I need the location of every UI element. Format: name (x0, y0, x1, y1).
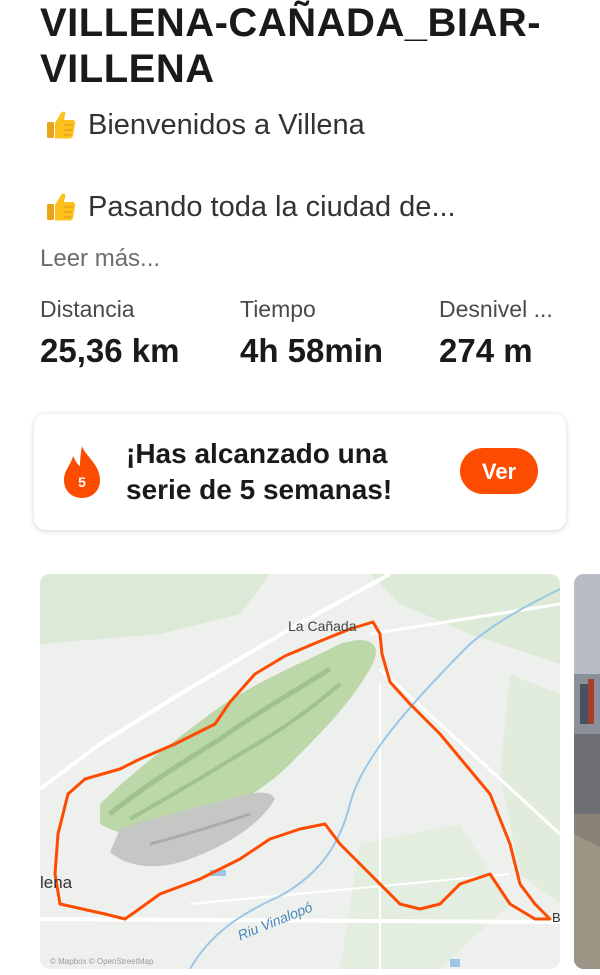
stat-time: Tiempo 4h 58min (240, 296, 383, 370)
map-label-villena: lena (40, 873, 73, 892)
map-attribution: © Mapbox © OpenStreetMap (50, 957, 154, 966)
activity-title: VILLENA-CAÑADA_BIAR-VILLENA (40, 1, 542, 91)
stat-elevation: Desnivel ... 274 m (439, 296, 553, 370)
flame-icon: 5 (64, 446, 100, 498)
streak-card[interactable]: 5 ¡Has alcanzado una serie de 5 semanas!… (34, 414, 566, 530)
activity-photo-thumbnail[interactable] (574, 574, 600, 969)
stat-label: Desnivel ... (439, 296, 553, 322)
map-canvas: La Cañada lena Riu Vinalopó B © Mapbox ©… (40, 574, 560, 969)
description-line-2: Pasando toda la ciudad de... (44, 190, 456, 224)
thumbs-up-icon (47, 111, 76, 139)
description-text-2: Pasando toda la ciudad de... (88, 190, 456, 223)
stat-value: 4h 58min (240, 332, 384, 369)
map-label-la-canada: La Cañada (288, 618, 357, 634)
stats-row: Distancia 25,36 km Tiempo 4h 58min Desni… (40, 296, 580, 376)
stat-label: Tiempo (240, 296, 316, 322)
description-text-1: Bienvenidos a Villena (88, 108, 365, 141)
stat-distance: Distancia 25,36 km (40, 296, 179, 370)
route-map[interactable]: La Cañada lena Riu Vinalopó B © Mapbox ©… (40, 574, 560, 969)
map-label-biar: B (552, 910, 560, 925)
ver-button[interactable]: Ver (460, 448, 538, 494)
read-more-link[interactable]: Leer más... (40, 245, 160, 273)
thumbs-up-icon (47, 193, 76, 221)
streak-badge-number: 5 (78, 474, 86, 490)
streak-message: ¡Has alcanzado una serie de 5 semanas! (126, 438, 393, 505)
photo-image (574, 574, 600, 969)
description-line-1: Bienvenidos a Villena (44, 108, 365, 142)
stat-label: Distancia (40, 296, 135, 322)
stat-value: 25,36 km (40, 332, 180, 369)
stat-value: 274 m (439, 332, 533, 369)
